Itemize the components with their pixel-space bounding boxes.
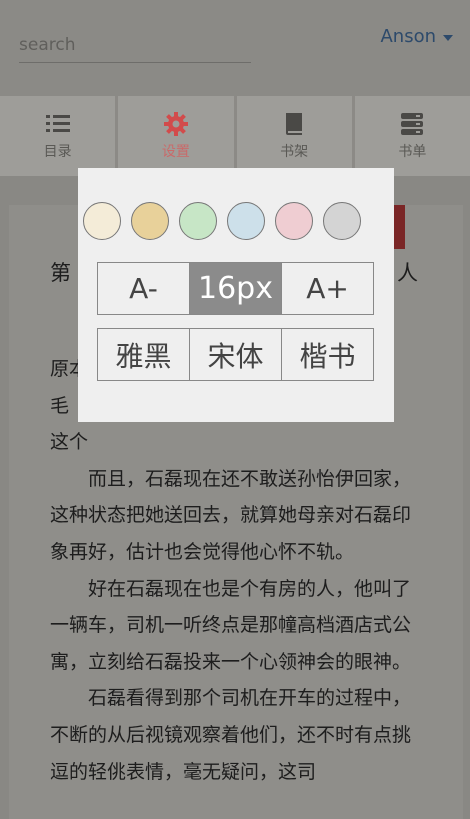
theme-color-picker <box>83 202 361 240</box>
tab-catalog[interactable]: 目录 <box>0 96 116 176</box>
font-size-value: 16px <box>189 263 281 314</box>
user-name: Anson <box>380 26 436 47</box>
tab-settings[interactable]: 设置 <box>118 96 234 176</box>
tab-bookshelf[interactable]: 书架 <box>236 96 352 176</box>
color-swatch-tan[interactable] <box>131 202 169 240</box>
font-size-control: A- 16px A+ <box>97 262 374 315</box>
settings-popup: A- 16px A+ 雅黑 宋体 楷书 <box>78 168 394 422</box>
text-fragment: 这个 <box>50 431 89 454</box>
search-box[interactable] <box>19 30 251 63</box>
stack-icon <box>401 113 424 135</box>
top-bar: Anson <box>0 0 470 96</box>
font-kaishu-button[interactable]: 楷书 <box>281 329 373 380</box>
tab-label: 书架 <box>280 144 309 160</box>
font-yahei-button[interactable]: 雅黑 <box>98 329 189 380</box>
bookmark-ribbon <box>393 205 405 249</box>
color-swatch-gray[interactable] <box>323 202 361 240</box>
color-swatch-cream[interactable] <box>83 202 121 240</box>
font-increase-button[interactable]: A+ <box>281 263 373 314</box>
tab-label: 书单 <box>398 144 427 160</box>
search-input[interactable] <box>19 30 251 60</box>
chapter-title-end: 人 <box>397 261 418 285</box>
tab-label: 设置 <box>161 144 190 160</box>
paragraph: 好在石磊现在也是个有房的人，他叫了一辆车，司机一听终点是那幢高档酒店式公寓，立刻… <box>50 577 412 673</box>
tab-booklist[interactable]: 书单 <box>354 96 470 176</box>
text-fragment: 毛 <box>50 394 70 417</box>
paragraph: 石磊看得到那个司机在开车的过程中，不断的从后视镜观察着他们，还不时有点挑逗的轻佻… <box>50 687 412 783</box>
book-icon <box>286 113 303 135</box>
font-songti-button[interactable]: 宋体 <box>189 329 281 380</box>
color-swatch-green[interactable] <box>179 202 217 240</box>
user-menu[interactable]: Anson <box>380 26 453 47</box>
color-swatch-pink[interactable] <box>275 202 313 240</box>
paragraph: 而且，石磊现在还不敢送孙怡伊回家，这种状态把她送回去，就算她母亲对石磊印象再好，… <box>50 467 412 563</box>
caret-down-icon <box>443 34 453 41</box>
list-icon <box>45 115 70 132</box>
chapter-title-start: 第 <box>50 261 71 285</box>
gear-icon <box>163 112 188 136</box>
paragraph-hidden-line: 这个 <box>50 424 422 461</box>
tab-label: 目录 <box>43 144 72 160</box>
tab-bar: 目录 设置 书架 书单 <box>0 96 470 176</box>
font-family-selector: 雅黑 宋体 楷书 <box>97 328 374 381</box>
font-decrease-button[interactable]: A- <box>98 263 189 314</box>
color-swatch-blue[interactable] <box>227 202 265 240</box>
